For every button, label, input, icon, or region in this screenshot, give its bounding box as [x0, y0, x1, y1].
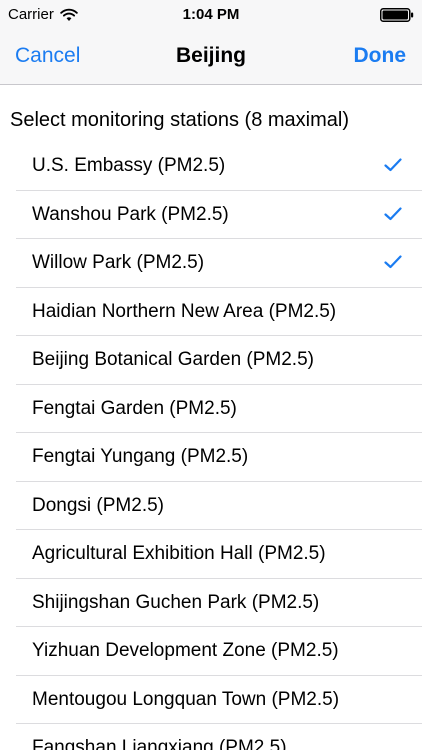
station-row[interactable]: Shijingshan Guchen Park (PM2.5) [16, 579, 422, 627]
checkmark-icon [384, 206, 402, 220]
station-row[interactable]: Mentougou Longquan Town (PM2.5) [16, 676, 422, 724]
station-label: Wanshou Park (PM2.5) [32, 203, 229, 225]
station-row[interactable]: Fengtai Yungang (PM2.5) [16, 433, 422, 482]
status-bar: Carrier 1:04 PM [0, 0, 422, 30]
screen: Carrier 1:04 PM Cancel Beijing Done Sele… [0, 0, 422, 750]
navigation-bar: Cancel Beijing Done [0, 30, 422, 85]
checkmark-icon [384, 255, 402, 269]
section-header: Select monitoring stations (8 maximal) [10, 109, 350, 131]
station-row[interactable]: Dongsi (PM2.5) [16, 482, 422, 530]
station-row[interactable]: Fengtai Garden (PM2.5) [16, 385, 422, 433]
station-row[interactable]: Fangshan Liangxiang (PM2.5) [16, 724, 422, 750]
station-row[interactable]: Haidian Northern New Area (PM2.5) [16, 288, 422, 336]
station-label: Fangshan Liangxiang (PM2.5) [32, 737, 287, 750]
station-label: Yizhuan Development Zone (PM2.5) [32, 640, 339, 661]
station-row[interactable]: Wanshou Park (PM2.5) [16, 191, 422, 239]
status-time: 1:04 PM [182, 6, 240, 23]
station-label: Fengtai Yungang (PM2.5) [32, 446, 249, 467]
station-row[interactable]: U.S. Embassy (PM2.5) [16, 142, 422, 191]
station-label: U.S. Embassy (PM2.5) [32, 155, 226, 176]
battery-icon [380, 8, 414, 22]
station-label: Fengtai Garden (PM2.5) [32, 397, 237, 419]
station-label: Haidian Northern New Area (PM2.5) [32, 300, 337, 322]
station-row[interactable]: Yizhuan Development Zone (PM2.5) [16, 627, 422, 676]
station-label: Beijing Botanical Garden (PM2.5) [32, 349, 314, 370]
checkmark-icon [384, 158, 402, 172]
station-label: Dongsi (PM2.5) [32, 494, 164, 516]
station-row[interactable]: Beijing Botanical Garden (PM2.5) [16, 336, 422, 385]
station-label: Willow Park (PM2.5) [32, 252, 205, 273]
station-label: Agricultural Exhibition Hall (PM2.5) [32, 543, 326, 564]
station-list: U.S. Embassy (PM2.5) Wanshou Park (PM2.5)… [0, 142, 422, 750]
station-label: Shijingshan Guchen Park (PM2.5) [32, 591, 320, 613]
station-label: Mentougou Longquan Town (PM2.5) [32, 688, 340, 710]
station-row[interactable]: Agricultural Exhibition Hall (PM2.5) [16, 530, 422, 579]
content-area[interactable]: Select monitoring stations (8 maximal) U… [0, 85, 422, 750]
done-button[interactable]: Done [354, 44, 407, 68]
station-row[interactable]: Willow Park (PM2.5) [16, 239, 422, 288]
